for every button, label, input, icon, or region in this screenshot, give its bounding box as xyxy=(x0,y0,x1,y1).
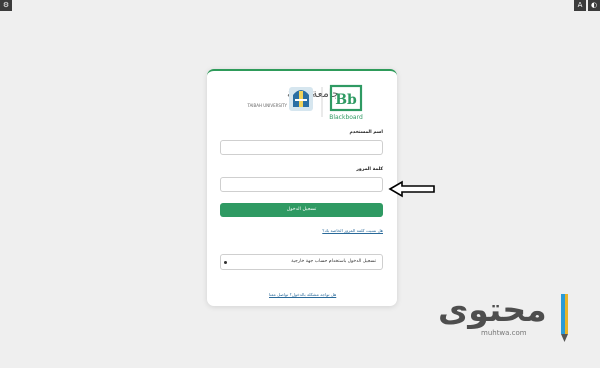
bb-mark: Bb xyxy=(335,92,357,108)
university-name-en: TAIBAH UNIVERSITY xyxy=(246,103,287,108)
watermark-text: محتوى xyxy=(438,290,548,329)
login-button-label: تسجيل الدخول xyxy=(286,207,317,212)
login-card: جامعة طيبة TAIBAH UNIVERSITY Bb Blackboa… xyxy=(207,69,397,306)
header-logos: جامعة طيبة TAIBAH UNIVERSITY Bb Blackboa… xyxy=(246,84,363,121)
username-input[interactable] xyxy=(220,140,383,155)
forgot-password-link[interactable]: هل نسيت كلمة المرور الخاصة بك؟ xyxy=(322,228,383,233)
bb-name: Blackboard xyxy=(329,114,363,121)
dropdown-bullet-icon xyxy=(224,260,227,264)
text-size-label: A xyxy=(577,1,583,9)
annotation-arrow-icon xyxy=(388,180,435,198)
university-emblem-icon xyxy=(289,87,313,111)
text-size-icon[interactable]: A xyxy=(574,0,586,11)
blackboard-logo-icon: Bb Blackboard xyxy=(329,84,363,121)
external-login-select[interactable]: تسجيل الدخول باستخدام حساب جهة خارجية xyxy=(220,254,383,270)
contrast-icon[interactable]: ◐ xyxy=(588,0,600,11)
settings-icon[interactable]: ⚙ xyxy=(0,0,12,11)
login-button[interactable]: تسجيل الدخول xyxy=(220,203,383,217)
watermark-domain: muhtwa.com xyxy=(481,329,527,337)
password-label: كلمة المرور xyxy=(356,167,383,172)
help-link[interactable]: هل تواجه مشكلة بالدخول؟ تواصل معنا xyxy=(269,292,336,297)
password-input[interactable] xyxy=(220,177,383,192)
external-login-label: تسجيل الدخول باستخدام حساب جهة خارجية xyxy=(291,259,376,264)
username-label: اسم المستخدم xyxy=(349,130,383,135)
